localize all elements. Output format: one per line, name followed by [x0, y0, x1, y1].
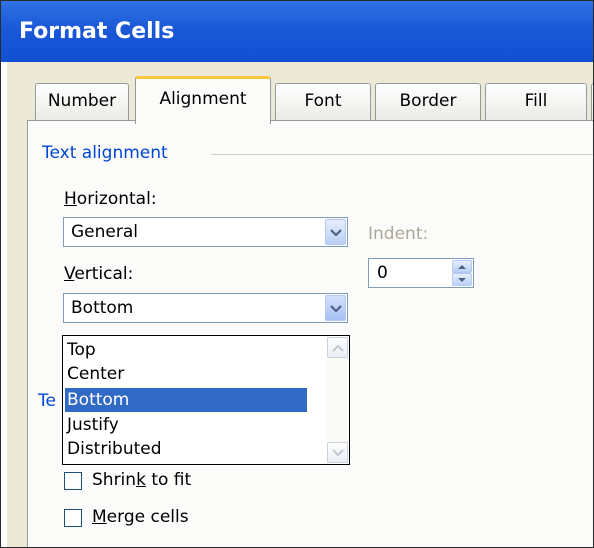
list-item[interactable]: Top [65, 338, 307, 362]
vertical-dropdown-list[interactable]: Top Center Bottom Justify Distributed [62, 335, 350, 465]
dialog-body: Number Alignment Font Border Fill Text a… [7, 62, 593, 547]
list-item[interactable]: Center [65, 362, 307, 386]
text-alignment-group-label: Text alignment [42, 143, 168, 163]
indent-up-button[interactable] [452, 260, 472, 273]
horizontal-label: Horizontal: [64, 189, 157, 209]
vertical-label: Vertical: [64, 264, 134, 284]
merge-cells-label[interactable]: Merge cells [92, 507, 189, 527]
horizontal-label-rest: orizontal: [76, 189, 157, 209]
group-divider [211, 154, 593, 155]
alignment-panel: Text alignment Horizontal: General Inden… [27, 120, 593, 547]
indent-value: 0 [377, 263, 388, 283]
chevron-up-icon [332, 344, 344, 352]
tab-border-label: Border [399, 91, 457, 111]
format-cells-dialog: Format Cells Number Alignment Font Borde… [0, 0, 594, 548]
title-bar[interactable]: Format Cells [1, 1, 593, 62]
list-item-selected[interactable]: Bottom [65, 388, 307, 412]
indent-down-button[interactable] [452, 273, 472, 286]
tab-alignment[interactable]: Alignment [135, 76, 271, 124]
triangle-up-icon [458, 265, 466, 269]
list-scrollbar[interactable] [327, 337, 348, 463]
horizontal-select[interactable]: General [63, 217, 348, 247]
shrink-to-fit-label[interactable]: Shrink to fit [92, 470, 191, 490]
text-control-group-label: Te [38, 391, 56, 411]
horizontal-dropdown-button[interactable] [325, 219, 346, 245]
triangle-down-icon [458, 278, 466, 282]
scroll-down-button[interactable] [327, 442, 348, 463]
chevron-down-icon [330, 305, 342, 313]
chevron-down-icon [330, 229, 342, 237]
vertical-dropdown-button[interactable] [325, 295, 346, 321]
tab-fill-label: Fill [524, 91, 548, 111]
merge-cells-checkbox[interactable] [64, 509, 82, 527]
vertical-select[interactable]: Bottom [63, 293, 348, 323]
tab-font[interactable]: Font [275, 83, 371, 120]
tab-fill[interactable]: Fill [485, 83, 587, 120]
vertical-label-rest: ertical: [74, 264, 134, 284]
horizontal-select-value: General [71, 222, 138, 242]
chevron-down-icon [332, 449, 344, 457]
vertical-select-value: Bottom [71, 298, 134, 318]
indent-label: Indent: [368, 224, 429, 244]
tab-border[interactable]: Border [375, 83, 481, 120]
shrink-to-fit-checkbox[interactable] [64, 472, 82, 490]
tab-font-label: Font [304, 91, 342, 111]
tab-alignment-label: Alignment [159, 89, 247, 109]
list-item[interactable]: Justify [65, 413, 307, 437]
window-title: Format Cells [19, 19, 175, 44]
scroll-up-button[interactable] [327, 337, 348, 358]
list-item[interactable]: Distributed [65, 437, 307, 461]
tab-number[interactable]: Number [35, 83, 129, 120]
indent-spinner[interactable]: 0 [368, 258, 474, 288]
tab-number-label: Number [47, 91, 117, 111]
